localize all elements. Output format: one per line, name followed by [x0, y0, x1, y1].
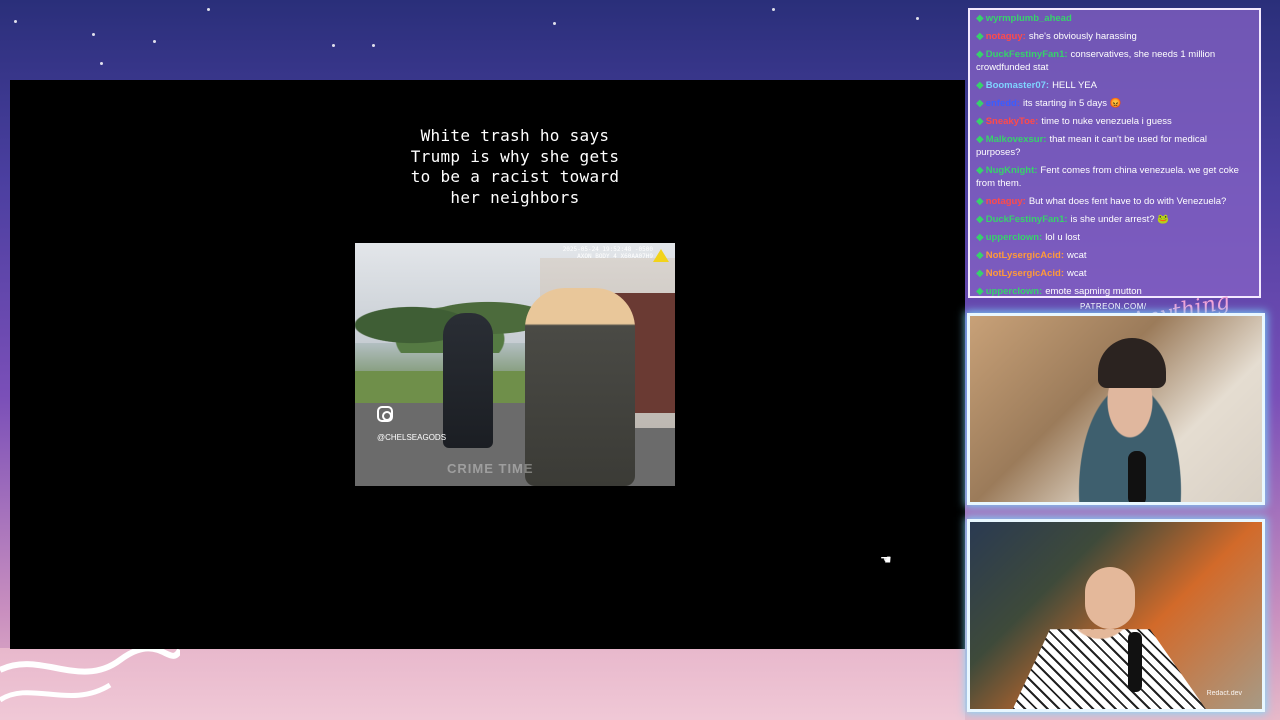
- star: [92, 33, 95, 36]
- clip-woman: [525, 288, 635, 486]
- subscriber-badge-icon: ◆: [976, 268, 984, 279]
- chat-username[interactable]: DuckFestinyFan1:: [986, 49, 1068, 60]
- cam-2-label: Redact.dev: [1206, 690, 1242, 697]
- chat-text: she's obviously harassing: [1028, 31, 1137, 42]
- chat-message: ◆ Malkovexsur: that mean it can't be used …: [970, 131, 1259, 162]
- star: [332, 44, 335, 47]
- instagram-icon: [377, 406, 393, 422]
- chat-panel[interactable]: ◆ wyrmplumb_ahead ◆ notaguy: she's obviously…: [968, 8, 1261, 298]
- webcam-host-2: Redact.dev: [967, 519, 1265, 712]
- chat-message: ◆ DuckFestinyFan1: conservatives, she need…: [970, 46, 1259, 77]
- chat-username[interactable]: DuckFestinyFan1:: [986, 214, 1068, 225]
- chat-message: ◆ notaguy: But what does fent have to do w…: [970, 193, 1259, 211]
- chat-message: ◆ DuckFestinyFan1: is she under arrest? 🐸: [970, 211, 1259, 229]
- subscriber-badge-icon: ◆: [976, 214, 984, 225]
- chat-message: ◆ upperclown: lol u lost: [970, 229, 1259, 247]
- hand-cursor-icon: ☚: [880, 552, 892, 567]
- star: [14, 20, 17, 23]
- clip-officer: [443, 313, 493, 448]
- chat-username[interactable]: notaguy:: [986, 31, 1026, 42]
- chat-message: ◆ SneakyToe: time to nuke venezuela i gues…: [970, 113, 1259, 131]
- instagram-handle: @CHELSEAGODS: [377, 433, 447, 442]
- subscriber-badge-icon: ◆: [976, 232, 984, 243]
- axon-logo-icon: [653, 249, 669, 262]
- subscriber-badge-icon: ◆: [976, 250, 984, 261]
- chat-text: emote sapming mutton: [1045, 286, 1142, 297]
- subscriber-badge-icon: ◆: [976, 98, 984, 109]
- host-2-head: [1085, 567, 1135, 629]
- microphone-icon: [1128, 632, 1142, 692]
- chat-username[interactable]: Boomaster07:: [986, 80, 1049, 91]
- watermark: CRIME TIME: [447, 461, 534, 476]
- star: [207, 8, 210, 11]
- chat-text: But what does fent have to do with Venez…: [1028, 196, 1227, 207]
- star: [153, 40, 156, 43]
- chat-message: ◆ NugKnight: Fent comes from china venezue…: [970, 162, 1259, 193]
- chat-message: ◆ Boomaster07: HELL YEA: [970, 77, 1259, 95]
- chat-username[interactable]: NotLysergicAcid:: [986, 268, 1064, 279]
- subscriber-badge-icon: ◆: [976, 116, 984, 127]
- chat-text: is she under arrest? 🐸: [1070, 214, 1169, 225]
- star: [916, 17, 919, 20]
- chat-username[interactable]: notaguy:: [986, 196, 1026, 207]
- subscriber-badge-icon: ◆: [976, 286, 984, 297]
- chat-username[interactable]: upperclown:: [986, 232, 1042, 243]
- chat-username[interactable]: Malkovexsur:: [986, 134, 1047, 145]
- bodycam-timestamp: 2025-05-24 19:52:48 -0500 AXON BODY 4 X6…: [563, 246, 653, 260]
- chat-message: ◆ wyrmplumb_ahead: [970, 10, 1259, 28]
- star: [372, 44, 375, 47]
- subscriber-badge-icon: ◆: [976, 134, 984, 145]
- bodycam-clip[interactable]: 2025-05-24 19:52:48 -0500 AXON BODY 4 X6…: [355, 243, 675, 486]
- chat-text: wcat: [1067, 250, 1087, 261]
- device-text: AXON BODY 4 X60AA07H9: [577, 253, 653, 260]
- chat-text: HELL YEA: [1052, 80, 1097, 91]
- subscriber-badge-icon: ◆: [976, 80, 984, 91]
- chat-message-list: ◆ wyrmplumb_ahead ◆ notaguy: she's obviously…: [970, 10, 1259, 297]
- subscriber-badge-icon: ◆: [976, 49, 984, 60]
- video-caption: White trash ho says Trump is why she get…: [410, 126, 620, 207]
- chat-username[interactable]: NotLysergicAcid:: [986, 250, 1064, 261]
- chat-text: time to nuke venezuela i guess: [1041, 116, 1172, 127]
- webcam-host-1: [967, 313, 1265, 505]
- subscriber-badge-icon: ◆: [976, 165, 984, 176]
- chat-username[interactable]: wyrmplumb_ahead: [986, 13, 1072, 24]
- host-1-hair: [1098, 338, 1166, 388]
- star: [772, 8, 775, 11]
- microphone-icon: [1128, 451, 1146, 502]
- timestamp-text: 2025-05-24 19:52:48 -0500: [562, 246, 653, 253]
- chat-text: lol u lost: [1045, 232, 1081, 243]
- chat-username[interactable]: SneakyToe:: [986, 116, 1039, 127]
- subscriber-badge-icon: ◆: [976, 13, 984, 24]
- chat-text: its starting in 5 days 😡: [1023, 98, 1122, 109]
- swirl-decoration: [0, 645, 180, 703]
- main-video-player[interactable]: White trash ho says Trump is why she get…: [10, 80, 965, 649]
- chat-message: ◆ notaguy: she's obviously harassing: [970, 28, 1259, 46]
- chat-text: wcat: [1067, 268, 1087, 279]
- chat-username[interactable]: enfedd:: [986, 98, 1020, 109]
- chat-message: ◆ enfedd: its starting in 5 days 😡: [970, 95, 1259, 113]
- chat-username[interactable]: NugKnight:: [986, 165, 1038, 176]
- star: [553, 22, 556, 25]
- subscriber-badge-icon: ◆: [976, 31, 984, 42]
- chat-username[interactable]: upperclown:: [986, 286, 1042, 296]
- subscriber-badge-icon: ◆: [976, 196, 984, 207]
- chat-message: ◆ NotLysergicAcid: wcat: [970, 265, 1259, 283]
- chat-message: ◆ NotLysergicAcid: wcat: [970, 247, 1259, 265]
- star: [100, 62, 103, 65]
